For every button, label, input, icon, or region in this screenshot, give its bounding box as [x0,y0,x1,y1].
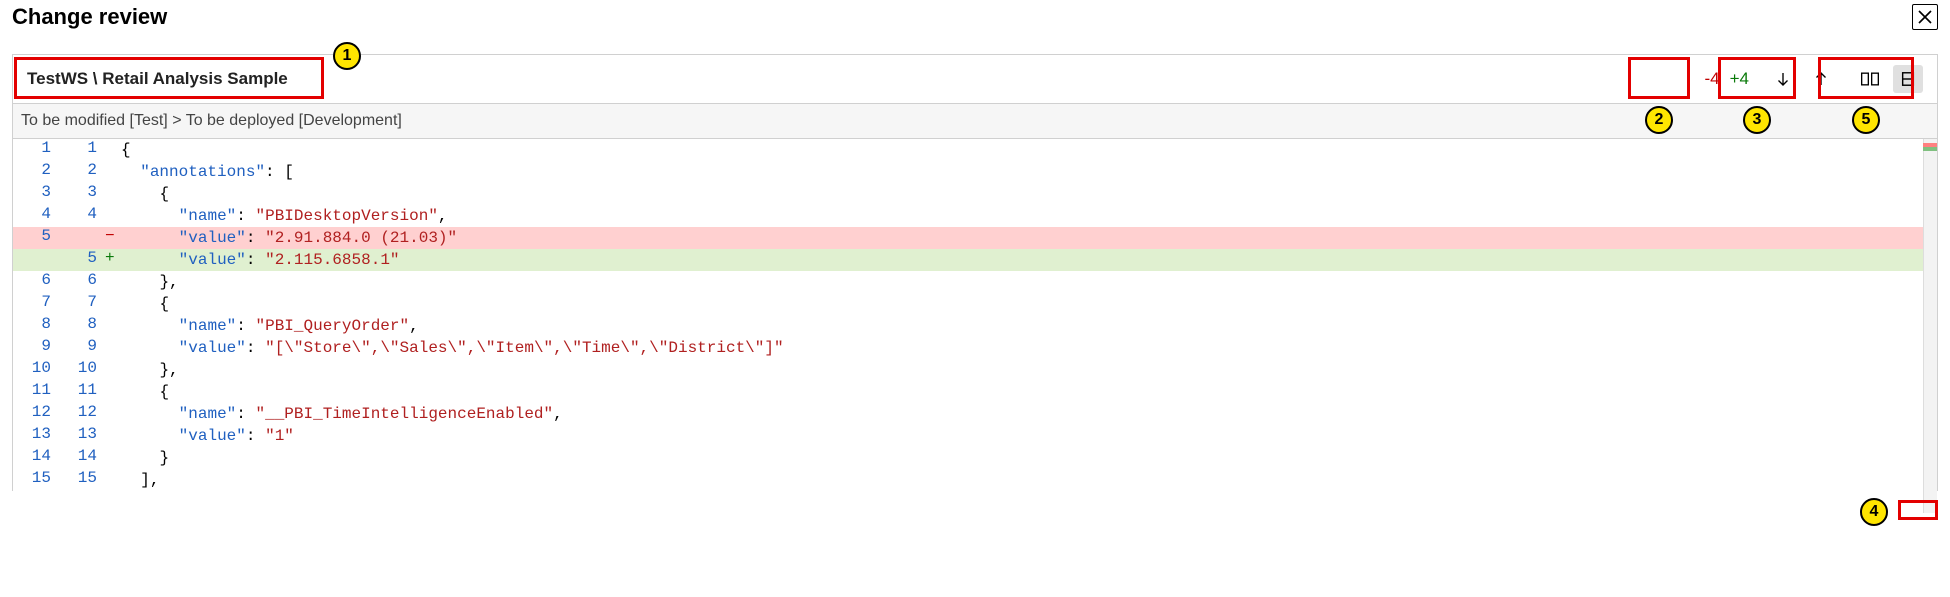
code-line: } [117,447,1937,469]
gutter-row: 66 [13,271,117,293]
badge-3: 3 [1743,106,1771,134]
gutter-row: 33 [13,183,117,205]
code-line: "value": "[\"Store\",\"Sales\",\"Item\",… [117,337,1937,359]
breadcrumb: TestWS \ Retail Analysis Sample [27,69,288,89]
code-line: }, [117,271,1937,293]
page-title: Change review [12,4,167,30]
code-line: { [117,381,1937,403]
side-by-side-view-button[interactable] [1855,65,1885,93]
code-line: "value": "1" [117,425,1937,447]
code-line: "value": "2.115.6858.1" [117,249,1937,271]
diff-view[interactable]: 112233445−5+6677889910101111121213131414… [12,139,1938,491]
code-line: "name": "PBIDesktopVersion", [117,205,1937,227]
next-change-button[interactable] [1769,65,1797,93]
deletions-count: -4 [1704,69,1719,89]
side-by-side-icon [1860,70,1880,88]
arrow-up-icon [1812,70,1830,88]
gutter-row: 5− [13,227,117,249]
gutter-row: 1111 [13,381,117,403]
line-number-gutter: 112233445−5+6677889910101111121213131414… [13,139,117,491]
code-line: { [117,139,1937,161]
additions-count: +4 [1730,69,1749,89]
inline-view-button[interactable] [1893,65,1923,93]
gutter-row: 1212 [13,403,117,425]
toolbar: TestWS \ Retail Analysis Sample -4 +4 [12,54,1938,104]
code-line: { [117,293,1937,315]
gutter-row: 1414 [13,447,117,469]
code-line: "value": "2.91.884.0 (21.03)" [117,227,1937,249]
gutter-row: 1515 [13,469,117,491]
gutter-row: 5+ [13,249,117,271]
badge-5: 5 [1852,106,1880,134]
gutter-row: 77 [13,293,117,315]
arrow-down-icon [1774,70,1792,88]
gutter-row: 11 [13,139,117,161]
close-button[interactable] [1912,4,1938,30]
ruler-addition-mark [1923,147,1937,151]
code-line: }, [117,359,1937,381]
inline-view-icon [1900,70,1916,88]
code-line: "annotations": [ [117,161,1937,183]
badge-1: 1 [333,42,361,70]
prev-change-button[interactable] [1807,65,1835,93]
diff-counts: -4 +4 [1704,69,1749,89]
gutter-row: 99 [13,337,117,359]
gutter-row: 1010 [13,359,117,381]
gutter-row: 22 [13,161,117,183]
overview-ruler[interactable] [1923,139,1937,513]
badge-4: 4 [1860,498,1888,526]
code-line: "name": "__PBI_TimeIntelligenceEnabled", [117,403,1937,425]
close-icon [1916,8,1934,26]
diff-code-body: { "annotations": [ { "name": "PBIDesktop… [117,139,1937,491]
code-line: ], [117,469,1937,491]
code-line: { [117,183,1937,205]
gutter-row: 88 [13,315,117,337]
gutter-row: 44 [13,205,117,227]
badge-2: 2 [1645,106,1673,134]
gutter-row: 1313 [13,425,117,447]
code-line: "name": "PBI_QueryOrder", [117,315,1937,337]
